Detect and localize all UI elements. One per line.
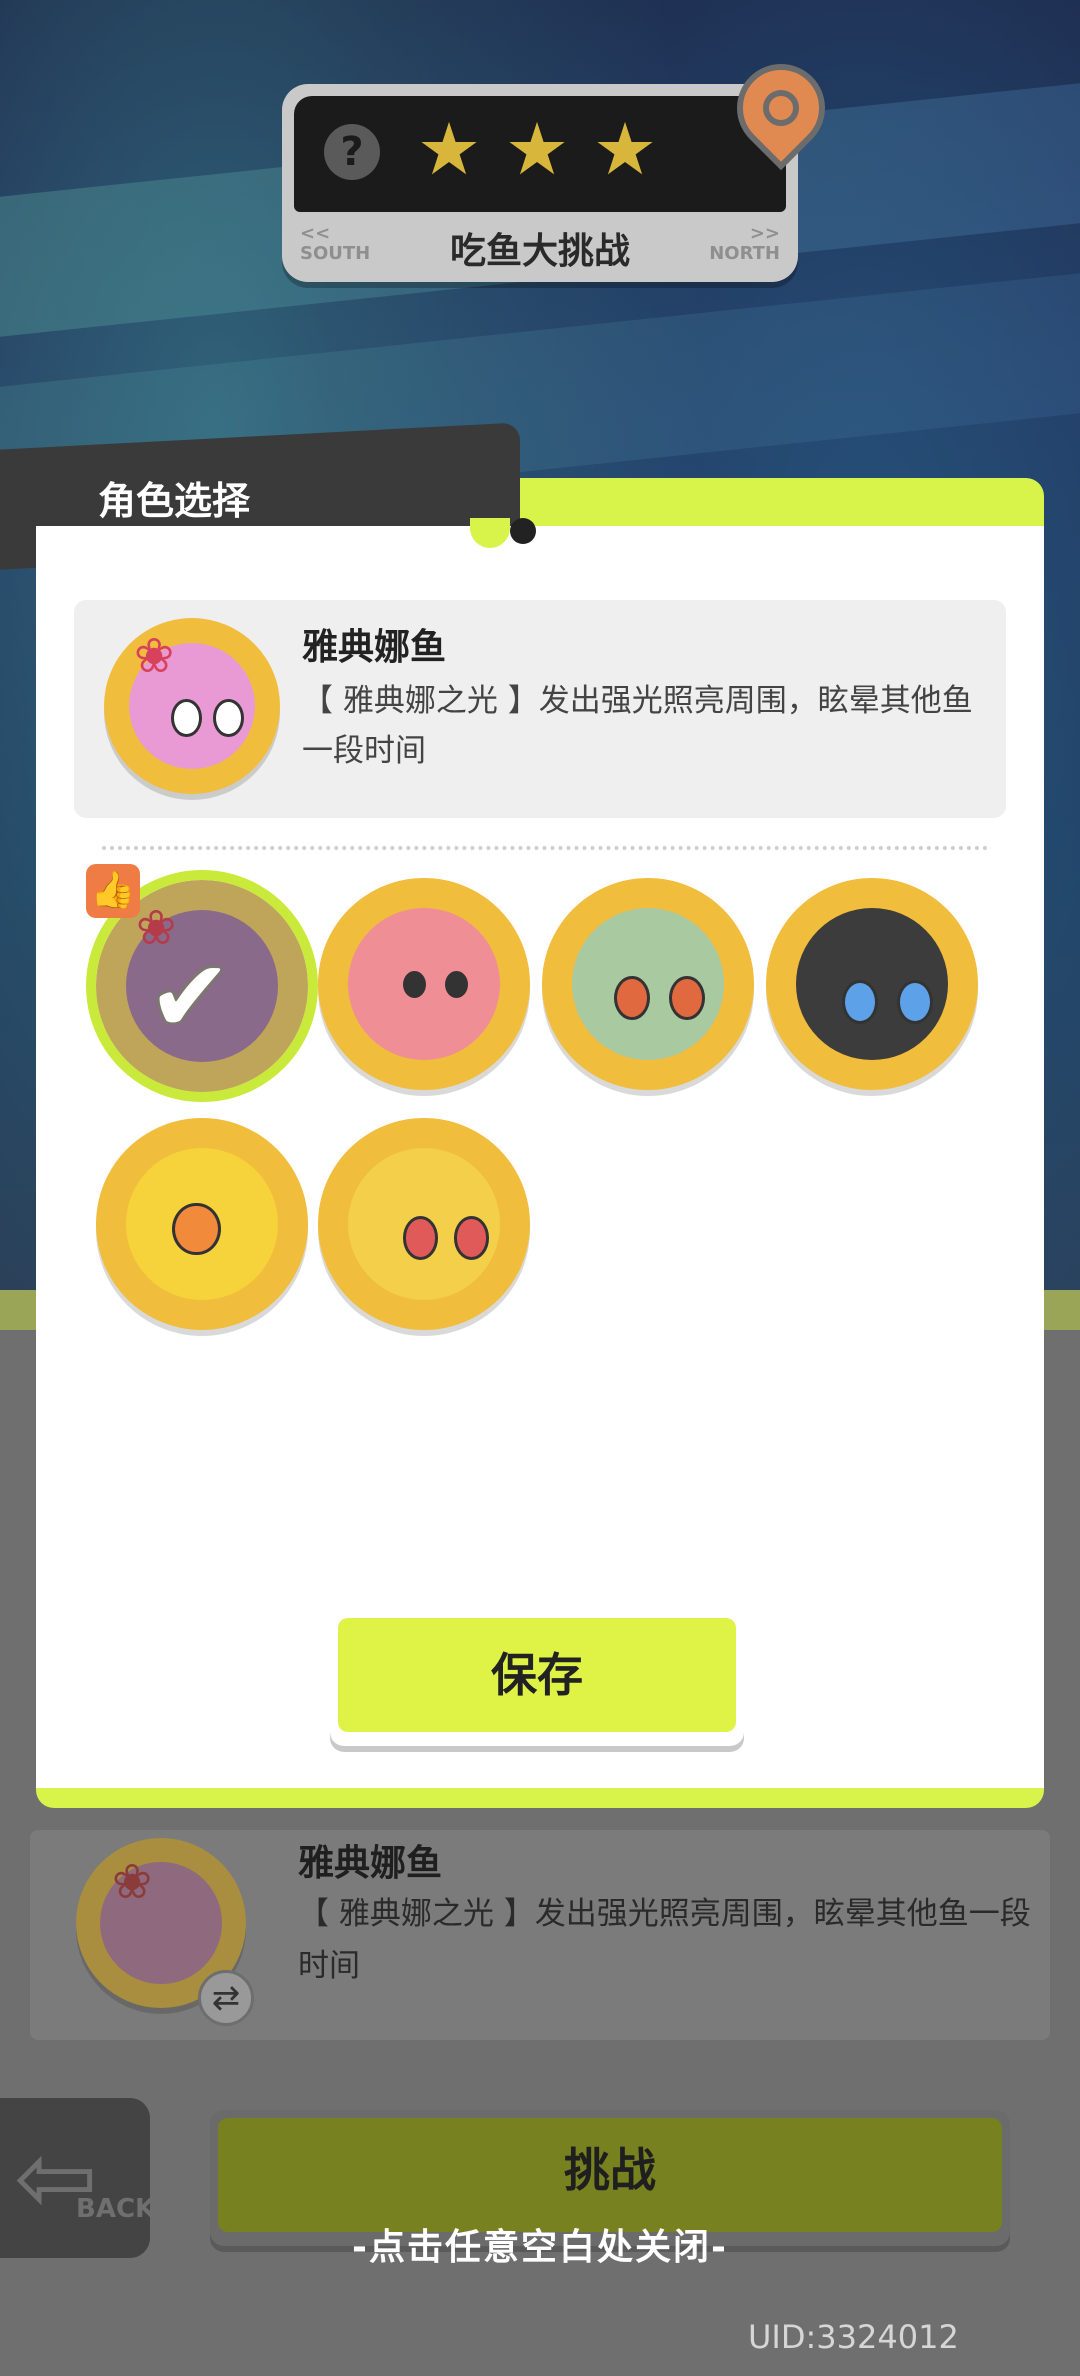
recommended-thumbs-up-icon: 👍 [86, 864, 140, 918]
character-avatar [96, 1118, 308, 1330]
help-icon[interactable]: ? [324, 124, 380, 180]
direction-north-label: >> NORTH [709, 223, 780, 264]
character-avatar [542, 878, 754, 1090]
character-avatar [766, 878, 978, 1090]
level-badge: ? ★ ★ ★ << SOUTH 吃鱼大挑战 >> NORTH [282, 45, 844, 282]
star-icon: ★ [592, 107, 658, 191]
current-character-description: 【 雅典娜之光 】发出强光照亮周围，眩晕其他鱼一段时间 [298, 1896, 1031, 1984]
star-icon: ★ [416, 107, 482, 191]
selected-character-name: 雅典娜鱼 [302, 627, 447, 668]
uid-label: UID:3324012 [748, 2318, 959, 2356]
current-character-name: 雅典娜鱼 [298, 1843, 443, 1884]
divider [102, 846, 988, 850]
challenge-label: 挑战 [218, 2118, 1002, 2232]
character-avatar [318, 1118, 530, 1330]
character-yellow-star-fish[interactable] [318, 1118, 530, 1330]
character-black-fish[interactable] [766, 878, 978, 1090]
character-green-fish[interactable] [542, 878, 754, 1090]
selected-character-avatar: ❀ [104, 618, 280, 794]
modal-title: 角色选择 [98, 479, 251, 523]
swap-icon[interactable]: ⇄ [198, 1970, 254, 2026]
save-label: 保存 [338, 1618, 736, 1732]
drip-dot [510, 518, 536, 544]
close-hint: -点击任意空白处关闭- [352, 2227, 728, 2268]
selected-character-description: 【 雅典娜之光 】发出强光照亮周围，眩晕其他鱼一段时间 [302, 683, 973, 769]
character-pink-fish[interactable] [318, 878, 530, 1090]
character-avatar [318, 878, 530, 1090]
star-icon: ★ [504, 107, 570, 191]
character-yellow-shark-fish[interactable] [96, 1118, 308, 1330]
check-icon: ✔ [148, 938, 232, 1055]
level-header: ? ★ ★ ★ [294, 96, 786, 212]
save-button[interactable]: 保存 [330, 1610, 744, 1746]
